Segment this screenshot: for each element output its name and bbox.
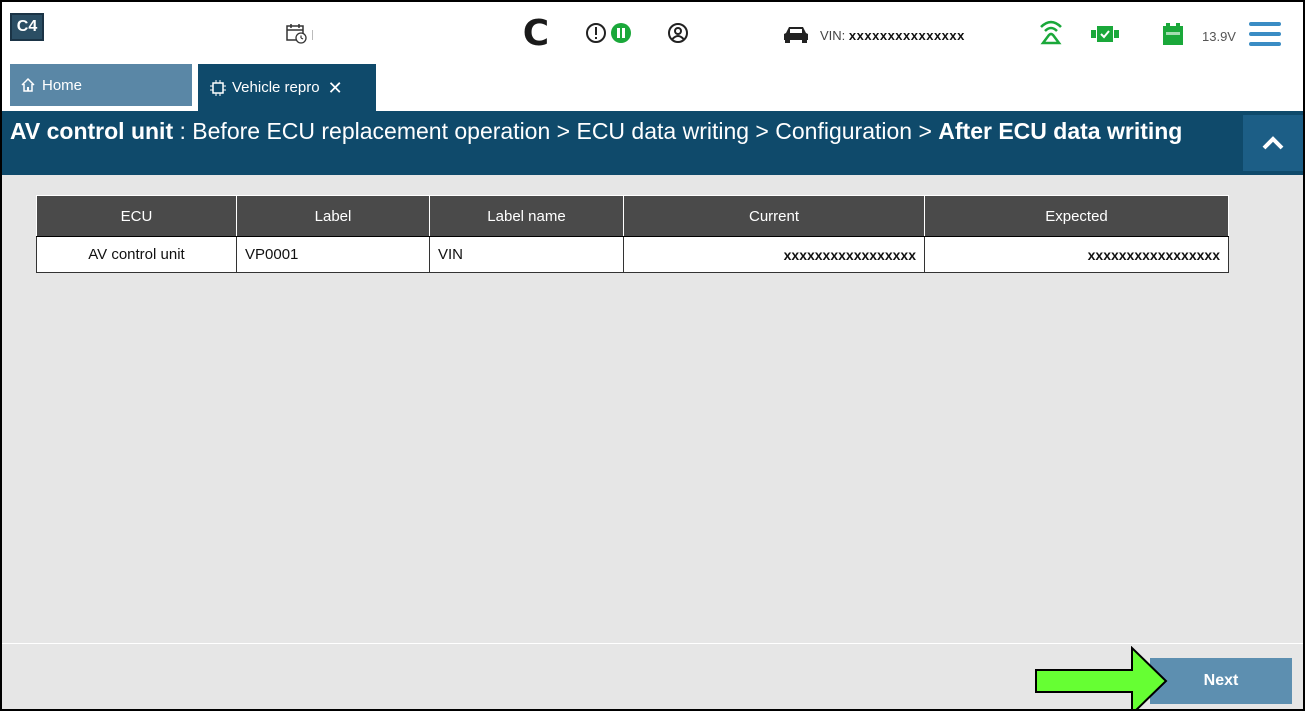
refresh-icon[interactable]: C <box>516 16 556 52</box>
pause-icon[interactable] <box>610 22 632 44</box>
tab-bar: Home Vehicle repro ✕ <box>2 64 1303 111</box>
app-logo: C4 <box>10 13 44 41</box>
hamburger-menu-icon[interactable] <box>1248 22 1282 46</box>
column-header-current: Current <box>623 195 925 237</box>
arrow-pointer-icon <box>1035 646 1168 709</box>
column-header-label: Label <box>236 195 430 237</box>
column-header-ecu: ECU <box>36 195 237 237</box>
connection-icon <box>1090 24 1120 44</box>
chip-icon <box>210 79 226 96</box>
tab-home[interactable]: Home <box>10 64 192 106</box>
close-icon[interactable]: ✕ <box>328 79 343 97</box>
wireless-icon <box>1038 18 1064 46</box>
top-bar: C4 C VIN: xxxxxxxxxxxxxxx 13.9V <box>2 2 1303 64</box>
ecu-data-table: ECU Label Label name Current Expected AV… <box>36 195 1229 273</box>
battery-icon <box>1162 22 1184 46</box>
cell-expected: xxxxxxxxxxxxxxxxx <box>924 236 1229 273</box>
tab-vehicle-repro[interactable]: Vehicle repro ✕ <box>198 64 376 111</box>
next-button[interactable]: Next <box>1150 658 1292 704</box>
divider <box>312 30 313 40</box>
tab-vehicle-repro-label: Vehicle repro <box>232 79 320 96</box>
collapse-button[interactable] <box>1243 115 1303 171</box>
breadcrumb-text: AV control unit : Before ECU replacement… <box>10 119 1232 143</box>
car-icon <box>782 24 810 44</box>
vin-value: xxxxxxxxxxxxxxx <box>848 28 965 43</box>
chevron-up-icon <box>1262 136 1284 150</box>
cell-label: VP0001 <box>236 236 430 273</box>
cell-label-name: VIN <box>429 236 624 273</box>
cell-ecu: AV control unit <box>36 236 237 273</box>
alert-icon[interactable] <box>585 22 607 44</box>
table-header-row: ECU Label Label name Current Expected <box>36 195 1229 237</box>
table-row[interactable]: AV control unit VP0001 VIN xxxxxxxxxxxxx… <box>36 236 1229 273</box>
vin-readout: VIN: xxxxxxxxxxxxxxx <box>820 28 965 43</box>
user-icon[interactable] <box>667 22 689 44</box>
vin-label: VIN: <box>820 28 846 43</box>
breadcrumb-ecu: AV control unit <box>10 118 174 144</box>
tab-home-label: Home <box>42 76 83 94</box>
column-header-expected: Expected <box>924 195 1229 237</box>
breadcrumb: AV control unit : Before ECU replacement… <box>2 111 1303 175</box>
home-icon <box>21 77 35 92</box>
calendar-icon[interactable] <box>284 22 308 44</box>
cell-current: xxxxxxxxxxxxxxxxx <box>623 236 925 273</box>
footer-divider <box>2 643 1303 644</box>
breadcrumb-current: After ECU data writing <box>938 118 1183 144</box>
voltage-readout: 13.9V <box>1202 29 1236 44</box>
column-header-label-name: Label name <box>429 195 624 237</box>
app-window: C4 C VIN: xxxxxxxxxxxxxxx 13.9V Home Veh… <box>0 0 1305 711</box>
breadcrumb-path: : Before ECU replacement operation > ECU… <box>173 118 939 144</box>
